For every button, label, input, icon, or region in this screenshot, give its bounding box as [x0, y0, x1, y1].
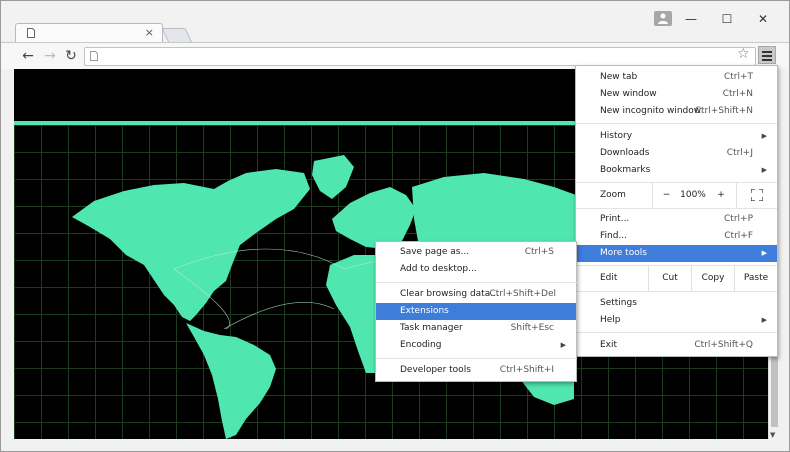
menu-item-help[interactable]: Help ▶	[576, 312, 777, 329]
shortcut-text: Ctrl+J	[726, 148, 753, 158]
submenu-item-add-to-desktop[interactable]: Add to desktop...	[376, 261, 576, 278]
zoom-label: Zoom	[600, 190, 626, 200]
person-icon	[658, 13, 668, 24]
submenu-arrow-icon: ▶	[761, 316, 767, 324]
zoom-row: Zoom − 100% +	[576, 183, 777, 208]
submenu-item-encoding[interactable]: Encoding ▶	[376, 337, 576, 354]
shortcut-text: Ctrl+Shift+I	[499, 365, 554, 375]
tab-strip: × — ☐ ✕	[1, 1, 789, 43]
menu-item-label: New window	[600, 89, 657, 99]
scroll-down-icon[interactable]: ▼	[770, 431, 775, 439]
shortcut-text: Ctrl+Shift+Del	[489, 289, 556, 299]
more-tools-submenu: Save page as... Ctrl+S Add to desktop... …	[375, 241, 577, 382]
menu-item-label: Extensions	[400, 306, 449, 316]
copy-button[interactable]: Copy	[691, 266, 734, 291]
menu-separator	[576, 291, 777, 292]
shortcut-text: Ctrl+N	[722, 89, 753, 99]
close-window-button[interactable]: ✕	[745, 7, 781, 31]
page-icon	[90, 51, 98, 61]
fullscreen-icon	[750, 187, 764, 202]
menu-separator	[376, 358, 577, 359]
page-icon	[27, 28, 35, 38]
shortcut-text: Shift+Esc	[510, 323, 554, 333]
forward-button[interactable]: →	[41, 47, 59, 65]
omnibox[interactable]	[84, 47, 756, 66]
shortcut-text: Ctrl+P	[724, 214, 753, 224]
bookmark-star-icon[interactable]: ☆	[737, 46, 750, 62]
menu-item-label: New tab	[600, 72, 638, 82]
menu-item-bookmarks[interactable]: Bookmarks ▶	[576, 162, 777, 179]
menu-item-label: Clear browsing data...	[400, 289, 499, 299]
browser-window: × — ☐ ✕ ← → ↻ ☆ ▼ New tab Ctrl+T New win…	[0, 0, 790, 452]
chrome-main-menu: New tab Ctrl+T New window Ctrl+N New incog…	[575, 65, 778, 357]
menu-item-label: History	[600, 131, 633, 141]
shortcut-text: Ctrl+Shift+Q	[694, 340, 753, 350]
menu-item-new-tab[interactable]: New tab Ctrl+T	[576, 69, 777, 86]
zoom-out-button[interactable]: −	[652, 183, 680, 208]
submenu-item-clear-data[interactable]: Clear browsing data... Ctrl+Shift+Del	[376, 286, 576, 303]
shortcut-text: Ctrl+Shift+N	[694, 106, 753, 116]
submenu-arrow-icon: ▶	[761, 132, 767, 140]
menu-item-find[interactable]: Find... Ctrl+F	[576, 228, 777, 245]
menu-item-label: Bookmarks	[600, 165, 651, 175]
cut-button[interactable]: Cut	[648, 266, 691, 291]
menu-item-label: Save page as...	[400, 247, 470, 257]
menu-separator	[576, 332, 777, 333]
edit-label: Edit	[600, 273, 618, 283]
chrome-menu-button[interactable]	[758, 46, 776, 64]
menu-item-history[interactable]: History ▶	[576, 128, 777, 145]
menu-item-exit[interactable]: Exit Ctrl+Shift+Q	[576, 337, 777, 354]
tab-close-icon[interactable]: ×	[145, 26, 154, 40]
shortcut-text: Ctrl+T	[723, 72, 753, 82]
menu-item-label: Downloads	[600, 148, 650, 158]
menu-item-new-incognito[interactable]: New incognito window Ctrl+Shift+N	[576, 103, 777, 120]
menu-item-downloads[interactable]: Downloads Ctrl+J	[576, 145, 777, 162]
submenu-arrow-icon: ▶	[560, 341, 566, 349]
menu-item-label: Developer tools	[400, 365, 471, 375]
minimize-button[interactable]: —	[673, 7, 709, 31]
menu-item-label: New incognito window	[600, 106, 702, 116]
menu-item-label: Exit	[600, 340, 618, 350]
shortcut-text: Ctrl+F	[724, 231, 753, 241]
address-input[interactable]	[107, 49, 731, 65]
edit-row: Edit Cut Copy Paste	[576, 266, 777, 291]
submenu-item-task-manager[interactable]: Task manager Shift+Esc	[376, 320, 576, 337]
menu-item-label: Add to desktop...	[400, 264, 477, 274]
new-tab-button[interactable]	[161, 28, 193, 43]
browser-tab[interactable]: ×	[15, 23, 163, 42]
menu-item-label: Settings	[600, 298, 637, 308]
submenu-item-developer-tools[interactable]: Developer tools Ctrl+Shift+I	[376, 362, 576, 379]
reload-button[interactable]: ↻	[62, 47, 80, 65]
fullscreen-button[interactable]	[736, 183, 777, 208]
zoom-in-button[interactable]: +	[706, 183, 736, 208]
menu-separator	[376, 282, 577, 283]
menu-item-new-window[interactable]: New window Ctrl+N	[576, 86, 777, 103]
paste-button[interactable]: Paste	[734, 266, 777, 291]
menu-item-settings[interactable]: Settings	[576, 295, 777, 312]
back-button[interactable]: ←	[19, 47, 37, 65]
menu-item-label: Print...	[600, 214, 630, 224]
zoom-level: 100%	[680, 190, 706, 200]
submenu-arrow-icon: ▶	[761, 166, 767, 174]
menu-item-label: Task manager	[400, 323, 463, 333]
menu-item-label: Find...	[600, 231, 628, 241]
profile-avatar-button[interactable]	[654, 11, 672, 26]
submenu-arrow-icon: ▶	[761, 249, 767, 257]
menu-separator	[576, 208, 777, 209]
menu-item-label: Help	[600, 315, 621, 325]
menu-item-label: Encoding	[400, 340, 442, 350]
menu-separator	[576, 123, 777, 124]
menu-item-label: More tools	[600, 248, 647, 258]
shortcut-text: Ctrl+S	[524, 247, 554, 257]
submenu-item-extensions[interactable]: Extensions	[376, 303, 576, 320]
submenu-item-save-page[interactable]: Save page as... Ctrl+S	[376, 244, 576, 261]
maximize-button[interactable]: ☐	[709, 7, 745, 31]
menu-item-more-tools[interactable]: More tools ▶	[576, 245, 777, 262]
menu-item-print[interactable]: Print... Ctrl+P	[576, 211, 777, 228]
